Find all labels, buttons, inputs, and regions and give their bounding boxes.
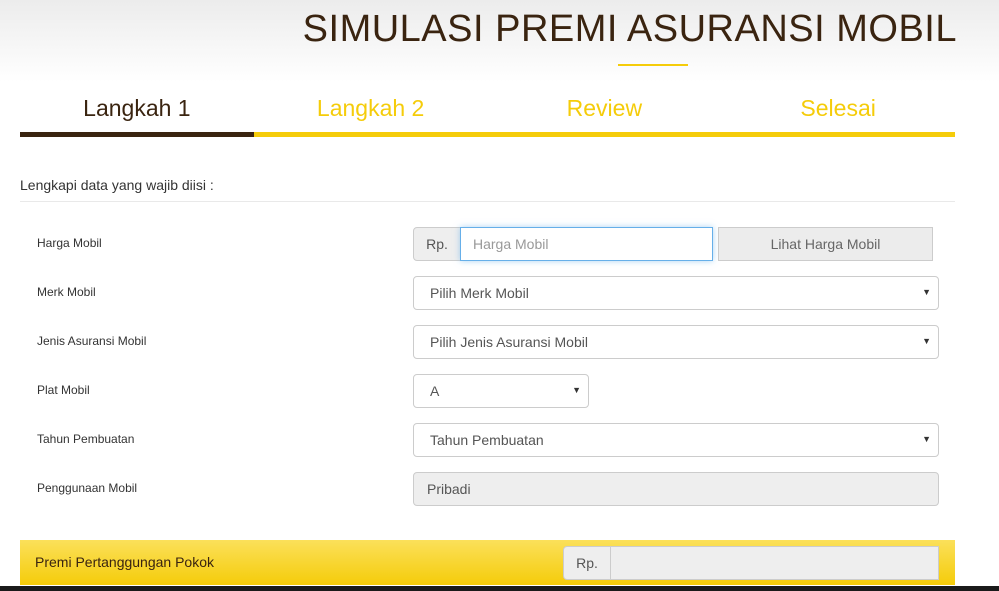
intro-divider [20, 201, 955, 202]
jenis-asuransi-value: Pilih Jenis Asuransi Mobil [430, 334, 588, 350]
jenis-asuransi-label: Jenis Asuransi Mobil [37, 334, 147, 348]
merk-mobil-value: Pilih Merk Mobil [430, 285, 529, 301]
tahun-pembuatan-select[interactable]: Tahun Pembuatan ▼ [413, 423, 939, 457]
tab-review[interactable]: Review [487, 86, 722, 137]
premi-label: Premi Pertanggungan Pokok [35, 554, 214, 570]
form-intro: Lengkapi data yang wajib diisi : [20, 177, 214, 193]
harga-mobil-input[interactable] [460, 227, 713, 261]
tab-selesai[interactable]: Selesai [721, 86, 955, 137]
chevron-down-icon: ▼ [922, 287, 931, 297]
plat-mobil-label: Plat Mobil [37, 383, 90, 397]
plat-mobil-select[interactable]: A ▼ [413, 374, 589, 408]
merk-mobil-label: Merk Mobil [37, 285, 96, 299]
harga-currency-addon: Rp. [413, 227, 461, 261]
penggunaan-mobil-label: Penggunaan Mobil [37, 481, 138, 495]
jenis-asuransi-select[interactable]: Pilih Jenis Asuransi Mobil ▼ [413, 325, 939, 359]
chevron-down-icon: ▼ [922, 336, 931, 346]
chevron-down-icon: ▼ [922, 434, 931, 444]
harga-mobil-label: Harga Mobil [37, 236, 102, 250]
step-tabs: Langkah 1 Langkah 2 Review Selesai [20, 86, 955, 137]
lihat-harga-button[interactable]: Lihat Harga Mobil [718, 227, 933, 261]
bottom-strip [0, 586, 999, 591]
tahun-pembuatan-label: Tahun Pembuatan [37, 432, 135, 446]
page-title: SIMULASI PREMI ASURANSI MOBIL [302, 8, 957, 50]
title-underline [618, 64, 688, 66]
merk-mobil-select[interactable]: Pilih Merk Mobil ▼ [413, 276, 939, 310]
premi-currency-addon: Rp. [563, 546, 611, 580]
plat-mobil-value: A [430, 383, 440, 399]
penggunaan-mobil-field: Pribadi [413, 472, 939, 506]
tab-langkah-2[interactable]: Langkah 2 [253, 86, 488, 137]
premi-value-field [610, 546, 939, 580]
chevron-down-icon: ▼ [572, 385, 581, 395]
tab-langkah-1[interactable]: Langkah 1 [20, 86, 254, 137]
tahun-pembuatan-value: Tahun Pembuatan [430, 432, 544, 448]
